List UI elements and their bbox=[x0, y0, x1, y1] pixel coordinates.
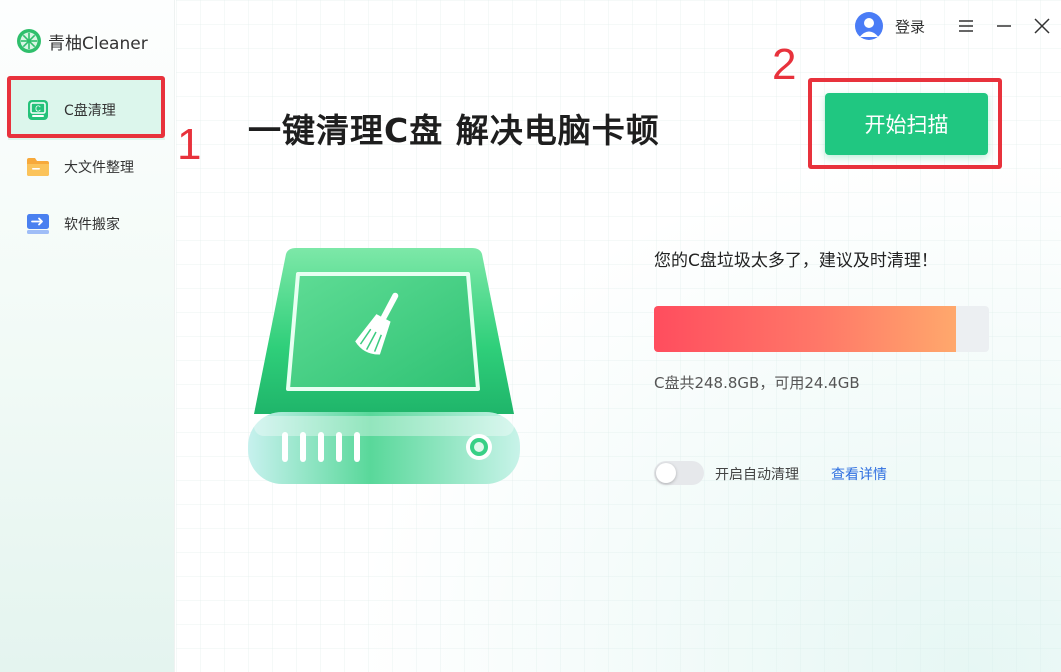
user-avatar-icon[interactable] bbox=[854, 12, 883, 40]
disk-usage-bar bbox=[654, 306, 989, 352]
annotation-number-1: 1 bbox=[177, 120, 202, 169]
app-logo: 青柚Cleaner bbox=[16, 28, 148, 54]
view-details-link[interactable]: 查看详情 bbox=[831, 464, 887, 484]
annotation-box-1 bbox=[7, 76, 165, 138]
disk-usage-fill bbox=[654, 306, 957, 352]
auto-clean-label: 开启自动清理 bbox=[715, 467, 799, 483]
annotation-number-2: 2 bbox=[772, 40, 797, 89]
grapefruit-logo-icon bbox=[17, 29, 41, 53]
disk-broom-illustration bbox=[248, 248, 520, 484]
annotation-box-2 bbox=[808, 78, 1002, 169]
title-bar-controls: 登录 bbox=[854, 8, 1061, 44]
login-link[interactable]: 登录 bbox=[895, 16, 925, 37]
sidebar-item-move-software[interactable]: 软件搬家 bbox=[8, 194, 165, 254]
sidebar-item-label: 软件搬家 bbox=[64, 217, 120, 233]
minimize-icon[interactable] bbox=[985, 8, 1023, 44]
auto-clean-toggle[interactable] bbox=[654, 461, 704, 485]
sidebar-item-label: 大文件整理 bbox=[64, 160, 134, 176]
sidebar-item-large-files[interactable]: 大文件整理 bbox=[8, 137, 165, 197]
disk-capacity-text: C盘共248.8GB，可用24.4GB bbox=[654, 374, 860, 392]
toggle-knob bbox=[656, 463, 676, 483]
app-name: 青柚Cleaner bbox=[48, 33, 148, 54]
menu-icon[interactable] bbox=[947, 8, 985, 44]
page-headline: 一键清理C盘 解决电脑卡顿 bbox=[248, 111, 660, 150]
folder-icon bbox=[26, 155, 50, 179]
junk-warning-text: 您的C盘垃圾太多了，建议及时清理！ bbox=[654, 251, 938, 271]
move-app-icon bbox=[26, 212, 50, 236]
close-icon[interactable] bbox=[1023, 8, 1061, 44]
